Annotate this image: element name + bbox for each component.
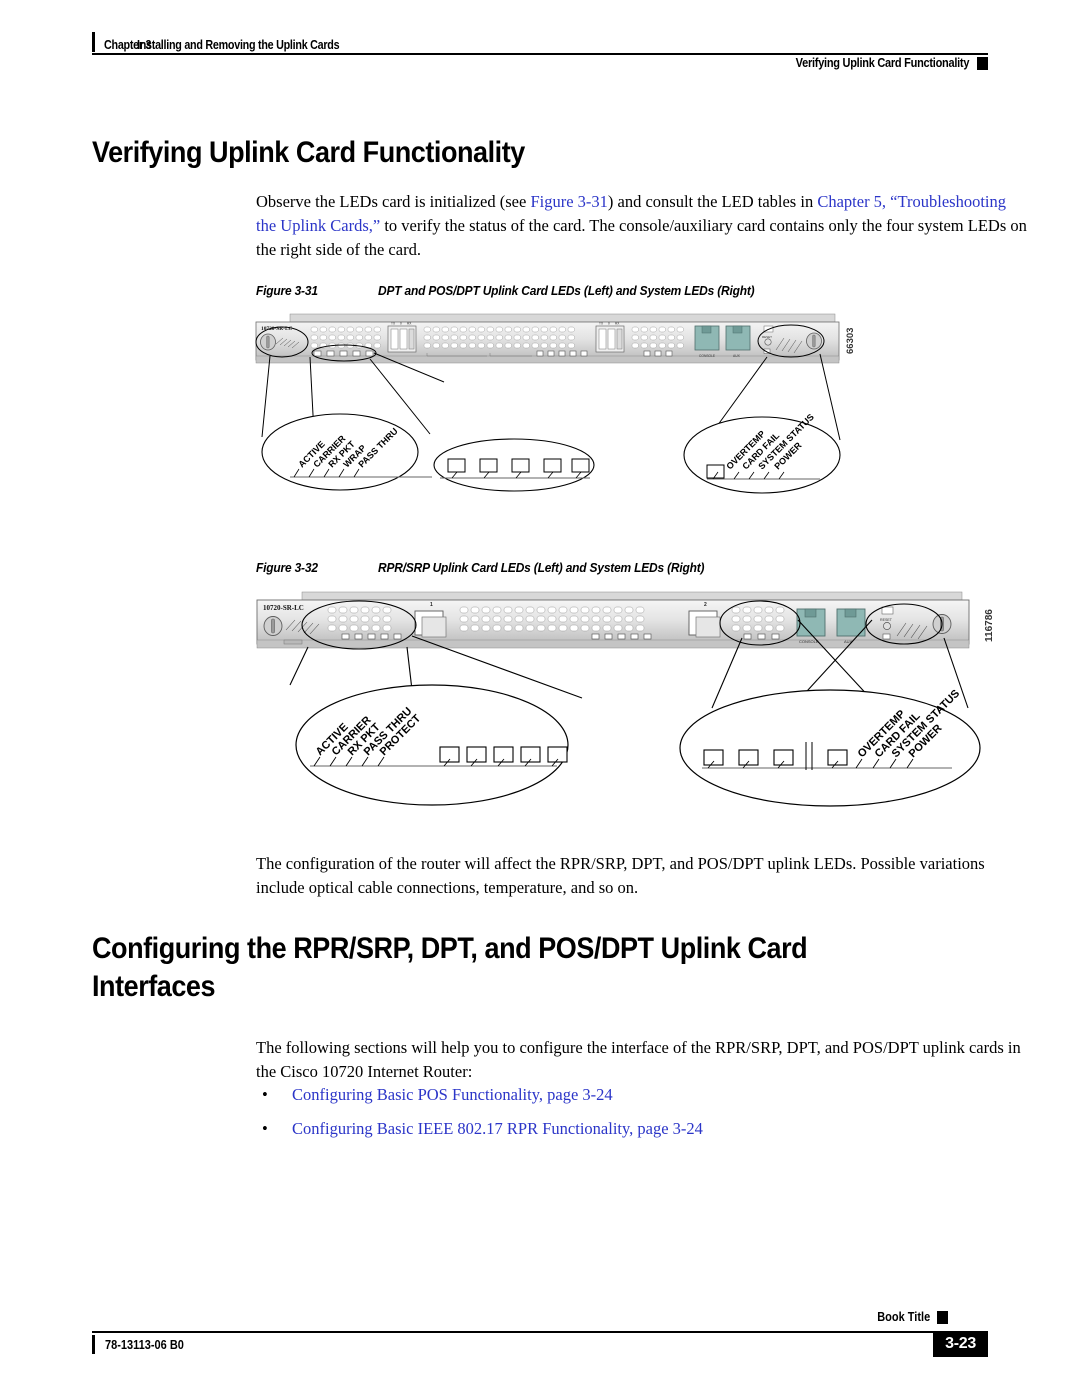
section2-title-line1: Configuring the RPR/SRP, DPT, and POS/DP… [92,932,808,965]
card-top-rail [289,313,836,323]
leader-332-a [289,646,309,686]
header-rule [92,53,988,55]
svg-text:1: 1 [430,602,433,608]
leader-left-1 [261,355,271,438]
callout-right-detail-331: OVERTEMP CARD FAIL SYSTEM STATUS POWER [683,412,841,494]
leader-332-c [406,646,413,691]
callout-right-detail-332: OVERTEMP CARD FAIL SYSTEM STATUS POWER [679,688,981,807]
figure-331-number: Figure 3-31 [256,283,318,298]
header-chapter-title: Installing and Removing the Uplink Cards [136,38,340,52]
link-configuring-basic-rpr[interactable]: Configuring Basic IEEE 802.17 RPR Functi… [292,1118,703,1139]
header-running-head-row: Verifying Uplink Card Functionality [772,56,988,70]
intro-text-2: ) and consult the LED tables in [607,192,818,211]
page-title: Verifying Uplink Card Functionality [92,136,525,169]
leader-332-d [711,637,743,709]
section2-title: Configuring the RPR/SRP, DPT, and POS/DP… [92,930,1022,1005]
footer-square-marker [937,1311,948,1324]
led-group-right-face [643,350,673,357]
svg-text:CONSOLE: CONSOLE [699,354,716,358]
svg-text:2: 2 [704,602,707,608]
footer-page-number: 3-23 [933,1332,988,1357]
section2-title-line2: Interfaces [92,969,216,1003]
svg-text:AUX: AUX [733,354,741,358]
intro-text-1: Observe the LEDs card is initialized (se… [256,192,531,211]
list-item[interactable]: • Configuring Basic POS Functionality, p… [256,1084,1036,1105]
figure-332-artwork: 10720-SR-LC 1 2 CONSOLE AUX RESET 116786… [252,590,1022,840]
section2-bullet-list: • Configuring Basic POS Functionality, p… [256,1084,1036,1153]
footer-rule [92,1331,988,1333]
callout-left-detail-331: ACTIVE CARRIER RX PKT WRAP PASS THRU [261,413,432,491]
footer-book-title: Book Title [877,1310,930,1324]
svg-text:10720-SR-LC: 10720-SR-LC [263,604,304,612]
svg-text:RESET: RESET [762,335,772,339]
figure-332-art-id: 116786 [984,609,995,642]
vent-block-2 [423,326,575,349]
led-row-c [743,633,780,640]
intro-paragraph: Observe the LEDs card is initialized (se… [256,190,1028,262]
document-page: Chapter 3 Installing and Removing the Up… [0,0,1080,1397]
list-item[interactable]: • Configuring Basic IEEE 802.17 RPR Func… [256,1118,1036,1139]
header-tick-mark [92,32,95,52]
header-square-marker [977,56,988,70]
callout-left-detail-332: ACTIVE CARRIER RX PKT PASS THRU PROTECT [295,684,569,806]
closing-paragraph: The configuration of the router will aff… [256,854,985,897]
figure-331-artwork: 10720-SR-LC TX 0 RX TX 0 RX CONSOLE AUX … [252,312,872,502]
vent-block-b [459,606,645,632]
figure-331-title: DPT and POS/DPT Uplink Card LEDs (Left) … [378,283,755,298]
section2-paragraph: The following sections will help you to … [256,1038,1021,1081]
link-figure-3-31[interactable]: Figure 3-31 [530,192,607,211]
svg-text:0: 0 [608,322,610,326]
figure-331-art-id: 66303 [845,328,856,354]
leader-right-2 [819,353,841,441]
figure-332-caption: Figure 3-32 RPR/SRP Uplink Card LEDs (Le… [256,560,733,575]
page-header: Chapter 3 Installing and Removing the Up… [92,30,988,70]
footer-docid-row: 78-13113-06 B0 [92,1335,195,1354]
callout-left-ledboxes-331 [433,438,595,492]
figure-332-title: RPR/SRP Uplink Card LEDs (Left) and Syst… [378,560,705,575]
footer-tick-mark [92,1335,95,1354]
bullet-marker-icon: • [262,1085,268,1104]
link-configuring-basic-pos[interactable]: Configuring Basic POS Functionality, pag… [292,1084,613,1105]
header-chapter-row: Chapter 3 Installing and Removing the Up… [92,30,988,52]
footer-document-id: 78-13113-06 B0 [105,1337,184,1352]
vent-block-c [731,606,785,632]
optical-port-1: TX 0 RX [387,322,417,353]
svg-text:0: 0 [400,322,402,326]
bullet-marker-icon: • [262,1119,268,1139]
header-running-head: Verifying Uplink Card Functionality [795,56,969,70]
svg-text:RESET: RESET [880,618,893,622]
figure-332-number: Figure 3-32 [256,560,318,575]
figure-331-caption: Figure 3-31 DPT and POS/DPT Uplink Card … [256,283,787,298]
optical-port-2: TX 0 RX [595,322,625,353]
